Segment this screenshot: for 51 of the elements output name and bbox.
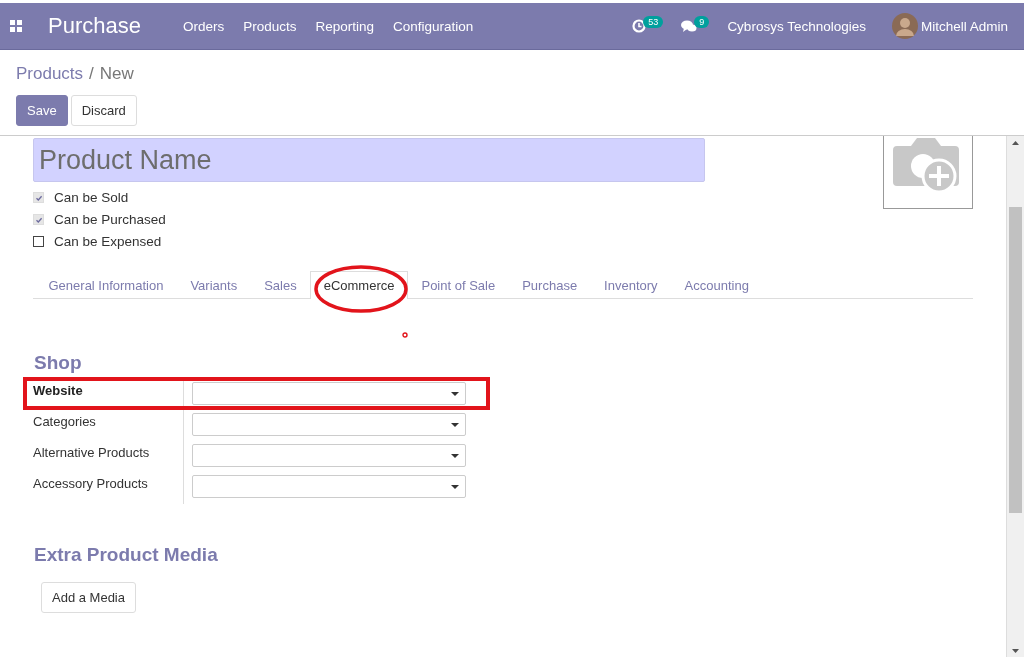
tab[interactable]: Accounting	[671, 271, 763, 299]
tab[interactable]: General Information	[35, 271, 177, 299]
menu-item[interactable]: Products	[243, 18, 297, 34]
add-media-button[interactable]: Add a Media	[41, 582, 136, 613]
checkbox-label: Can be Expensed	[54, 234, 162, 249]
scroll-up-icon[interactable]	[1012, 141, 1019, 145]
user-name[interactable]: Mitchell Admin	[920, 18, 1008, 34]
select-field[interactable]	[192, 382, 466, 405]
tab[interactable]: Point of Sale	[407, 271, 509, 299]
image-upload-box[interactable]	[883, 136, 973, 209]
field-label: Accessory Products	[33, 473, 184, 504]
select-field[interactable]	[192, 444, 466, 467]
scrollbar[interactable]	[1006, 136, 1024, 657]
caret-icon	[451, 453, 459, 458]
scroll-down-icon[interactable]	[1012, 649, 1019, 653]
activity-count-badge: 53	[643, 16, 664, 28]
field-label: Categories	[33, 411, 184, 442]
discard-button[interactable]: Discard	[70, 95, 137, 126]
avatar-icon[interactable]	[891, 13, 918, 39]
breadcrumb-link[interactable]: Products	[16, 64, 84, 84]
scrollbar-thumb[interactable]	[1009, 207, 1022, 513]
checkbox[interactable]	[33, 236, 44, 247]
menu-item[interactable]: Configuration	[393, 18, 474, 34]
breadcrumb-current: New	[99, 64, 134, 84]
tab[interactable]: Purchase	[508, 271, 591, 299]
menu-item[interactable]: Orders	[182, 18, 225, 34]
apps-menu-icon[interactable]	[10, 20, 22, 32]
field-label: Alternative Products	[33, 442, 184, 473]
section-title: Extra Product Media	[34, 544, 219, 566]
select-field[interactable]	[192, 413, 466, 436]
message-count-badge: 9	[694, 16, 710, 28]
company-switcher[interactable]: Cybrosys Technologies	[727, 18, 866, 34]
product-name-field[interactable]: Product Name	[33, 138, 705, 182]
caret-icon	[451, 391, 459, 396]
tab[interactable]: Variants	[176, 271, 251, 299]
app-title[interactable]: Purchase	[48, 13, 141, 39]
select-field[interactable]	[192, 475, 466, 498]
clock-icon[interactable]	[632, 19, 647, 33]
section-title: Shop	[34, 352, 83, 374]
breadcrumb-separator: /	[89, 64, 94, 84]
marker-dot	[402, 332, 408, 338]
caret-icon	[451, 484, 459, 489]
checkbox-label: Can be Sold	[54, 190, 129, 205]
caret-icon	[451, 422, 459, 427]
menu-item[interactable]: Reporting	[315, 18, 375, 34]
chat-icon[interactable]	[681, 19, 698, 33]
checkbox-label: Can be Purchased	[54, 212, 166, 227]
field-label: Website	[33, 380, 184, 411]
tab[interactable]: Inventory	[590, 271, 672, 299]
tab[interactable]: Sales	[250, 271, 311, 299]
save-button[interactable]: Save	[16, 95, 68, 126]
